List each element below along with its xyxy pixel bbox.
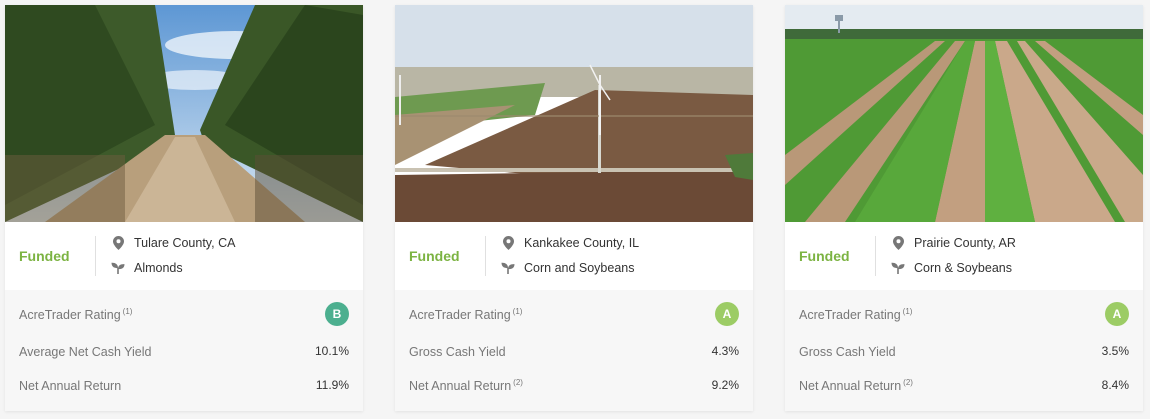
- stat-label: Average Net Cash Yield: [19, 345, 152, 360]
- crop-row: Almonds: [111, 261, 183, 275]
- rating-label: AcreTrader Rating (1): [19, 307, 133, 323]
- farm-stats: AcreTrader Rating (1) A Gross Cash Yield …: [395, 290, 753, 411]
- stat-value: 10.1%: [314, 344, 349, 358]
- stat-value: 3.5%: [1101, 344, 1129, 358]
- crop-text: Almonds: [134, 261, 183, 275]
- rating-badge: A: [715, 302, 739, 326]
- stat-row: Net Annual Return (2) 8.4%: [799, 376, 1129, 396]
- sprout-icon: [891, 261, 905, 275]
- location-row: Kankakee County, IL: [501, 236, 639, 250]
- stat-row: Average Net Cash Yield 10.1%: [19, 342, 349, 362]
- farm-stats: AcreTrader Rating (1) B Average Net Cash …: [5, 290, 363, 411]
- farm-card[interactable]: Funded Tulare County, CA Almonds AcreTra…: [5, 5, 363, 411]
- stat-label: Gross Cash Yield: [409, 345, 506, 360]
- stat-label: Net Annual Return: [19, 379, 122, 394]
- location-text: Prairie County, AR: [914, 236, 1016, 250]
- farm-card[interactable]: Funded Prairie County, AR Corn & Soybean…: [785, 5, 1143, 411]
- status-label: Funded: [19, 248, 70, 264]
- location-text: Kankakee County, IL: [524, 236, 640, 250]
- divider: [875, 236, 876, 276]
- map-pin-icon: [501, 236, 515, 250]
- crop-text: Corn and Soybeans: [524, 261, 635, 275]
- location-text: Tulare County, CA: [134, 236, 236, 250]
- divider: [95, 236, 96, 276]
- stat-value: 4.3%: [711, 344, 739, 358]
- sprout-icon: [111, 261, 125, 275]
- farm-stats: AcreTrader Rating (1) A Gross Cash Yield …: [785, 290, 1143, 411]
- crop-row: Corn and Soybeans: [501, 261, 635, 275]
- farm-info: Funded Tulare County, CA Almonds: [5, 222, 363, 290]
- rating-label: AcreTrader Rating (1): [799, 307, 913, 323]
- farm-info: Funded Prairie County, AR Corn & Soybean…: [785, 222, 1143, 290]
- rating-badge: A: [1105, 302, 1129, 326]
- stat-label: Gross Cash Yield: [799, 345, 896, 360]
- map-pin-icon: [891, 236, 905, 250]
- rating-row: AcreTrader Rating (1) A: [409, 302, 739, 326]
- crop-row: Corn & Soybeans: [891, 261, 1012, 275]
- stat-row: Gross Cash Yield 3.5%: [799, 342, 1129, 362]
- soybean-rows-photo[interactable]: [785, 5, 1143, 222]
- rating-row: AcreTrader Rating (1) A: [799, 302, 1129, 326]
- crop-text: Corn & Soybeans: [914, 261, 1012, 275]
- stat-value: 9.2%: [711, 378, 739, 392]
- divider: [485, 236, 486, 276]
- farm-card[interactable]: Funded Kankakee County, IL Corn and Soyb…: [395, 5, 753, 411]
- stat-value: 8.4%: [1101, 378, 1129, 392]
- rating-badge: B: [325, 302, 349, 326]
- stat-row: Net Annual Return 11.9%: [19, 376, 349, 396]
- farmland-wind-turbines-photo[interactable]: [395, 5, 753, 222]
- almond-orchard-photo[interactable]: [5, 5, 363, 222]
- stat-label: Net Annual Return (2): [409, 378, 523, 394]
- stat-row: Gross Cash Yield 4.3%: [409, 342, 739, 362]
- stat-row: Net Annual Return (2) 9.2%: [409, 376, 739, 396]
- status-label: Funded: [799, 248, 850, 264]
- rating-row: AcreTrader Rating (1) B: [19, 302, 349, 326]
- stat-value: 11.9%: [315, 378, 349, 392]
- location-row: Prairie County, AR: [891, 236, 1016, 250]
- sprout-icon: [501, 261, 515, 275]
- rating-label: AcreTrader Rating (1): [409, 307, 523, 323]
- location-row: Tulare County, CA: [111, 236, 235, 250]
- farm-info: Funded Kankakee County, IL Corn and Soyb…: [395, 222, 753, 290]
- map-pin-icon: [111, 236, 125, 250]
- status-label: Funded: [409, 248, 460, 264]
- stat-label: Net Annual Return (2): [799, 378, 913, 394]
